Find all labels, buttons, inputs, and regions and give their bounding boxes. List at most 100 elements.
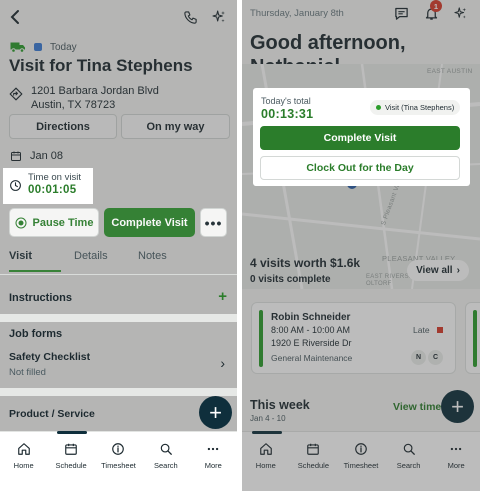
nav-schedule-label: Schedule (55, 461, 87, 470)
address-actions: Directions On my way (9, 114, 230, 139)
more-dots-icon (208, 447, 219, 451)
search-icon (403, 443, 415, 455)
job-forms-heading: Job forms (9, 328, 63, 340)
chevron-right-icon[interactable]: › (220, 355, 225, 371)
map-label-east-austin: EAST AUSTIN (427, 68, 473, 75)
view-all-button[interactable]: View all › (407, 260, 469, 281)
home-screen: Thursday, January 8th 1 Good afternoon, … (242, 0, 480, 491)
visit-address: 1920 E Riverside Dr (271, 338, 352, 348)
address-line-2: Austin, TX 78723 (31, 99, 116, 111)
visit-card[interactable]: Robin Schneider 8:00 AM - 10:00 AM 1920 … (251, 302, 456, 374)
active-visit-chip[interactable]: Visit (Tina Stephens) (370, 100, 461, 115)
nav-home[interactable]: Home (2, 442, 46, 491)
section-separator (0, 388, 237, 396)
nav-timesheet-label: Timesheet (343, 461, 379, 470)
today-total-label: Today's total (261, 96, 311, 106)
time-on-visit-value: 00:01:05 (28, 184, 77, 196)
info-clock-icon (355, 443, 367, 455)
back-arrow-icon[interactable] (6, 6, 24, 28)
clock-card: Today's total 00:13:31 Visit (Tina Steph… (253, 88, 470, 186)
visit-time: 8:00 AM - 10:00 AM (271, 325, 351, 335)
safety-checklist-status: Not filled (9, 367, 46, 378)
notification-badge: 1 (430, 0, 442, 12)
visit-date-text: Jan 08 (30, 150, 64, 162)
late-indicator-icon (437, 327, 443, 333)
tab-notes[interactable]: Notes (138, 250, 191, 272)
message-icon[interactable] (394, 6, 409, 26)
nav-more-label: More (447, 461, 465, 470)
visit-card-next[interactable] (465, 302, 480, 374)
pause-time-button[interactable]: Pause Time (9, 208, 99, 237)
tab-visit[interactable]: Visit (9, 250, 61, 272)
visit-client-name: Robin Schneider (271, 312, 351, 323)
home-icon (259, 443, 272, 455)
this-week-heading: This week (250, 398, 310, 412)
add-fab-button[interactable]: + (199, 396, 232, 429)
sparkle-icon[interactable] (210, 8, 228, 26)
nav-timesheet-label: Timesheet (101, 461, 136, 470)
greeting-line-1: Good afternoon, (250, 32, 406, 54)
visit-detail-screen: Today Visit for Tina Stephens 1201 Barba… (0, 0, 237, 491)
status-square-icon (34, 43, 42, 51)
clock-icon (10, 180, 21, 191)
more-options-button[interactable]: ••• (200, 208, 227, 237)
time-on-visit: Time on visit 00:01:05 (3, 168, 93, 204)
nav-search[interactable]: Search (144, 442, 188, 491)
nav-timesheet[interactable]: Timesheet (339, 442, 383, 491)
add-fab-button[interactable]: + (441, 390, 474, 423)
avatar: N (411, 350, 426, 365)
nav-schedule[interactable]: Schedule (49, 431, 93, 491)
nav-active-indicator (57, 431, 88, 434)
calendar-icon (65, 443, 77, 455)
avatar: C (428, 350, 443, 365)
tab-details[interactable]: Details (74, 250, 127, 272)
directions-button[interactable]: Directions (9, 114, 117, 139)
nav-search-label: Search (153, 461, 178, 470)
truck-icon (10, 42, 25, 53)
phone-icon[interactable] (181, 8, 199, 26)
address-line-1: 1201 Barbara Jordan Blvd (31, 85, 159, 97)
add-instructions-icon[interactable]: + (218, 288, 227, 305)
visit-type: General Maintenance (271, 353, 353, 363)
section-separator (0, 314, 237, 322)
nav-search[interactable]: Search (387, 442, 431, 491)
visits-summary: 4 visits worth $1.6k (250, 256, 361, 270)
current-date: Thursday, January 8th (250, 8, 344, 19)
visit-status-bar (259, 310, 263, 367)
late-status: Late (413, 325, 430, 335)
nav-home-label: Home (13, 461, 34, 470)
bottom-nav: Home Schedule Timesheet Search More (242, 431, 480, 491)
nav-more[interactable]: More (191, 442, 235, 491)
home-icon (17, 443, 30, 455)
visit-date: Jan 08 (10, 150, 63, 162)
nav-more-label: More (204, 461, 222, 470)
today-total-value: 00:13:31 (261, 107, 314, 121)
visit-tabs: Visit Details Notes (9, 250, 191, 272)
clock-out-button[interactable]: Clock Out for the Day (260, 156, 460, 180)
visit-type-label: Today (50, 41, 77, 53)
bell-icon[interactable]: 1 (424, 0, 442, 26)
nav-more[interactable]: More (434, 442, 478, 491)
visit-actions: Pause Time Complete Visit ••• (9, 208, 227, 237)
visit-address[interactable]: 1201 Barbara Jordan Blvd Austin, TX 7872… (9, 84, 159, 112)
on-my-way-button[interactable]: On my way (121, 114, 230, 139)
nav-timesheet[interactable]: Timesheet (96, 442, 140, 491)
search-icon (160, 443, 172, 455)
nav-schedule-label: Schedule (297, 461, 330, 470)
pause-time-label: Pause Time (32, 216, 94, 229)
complete-visit-button[interactable]: Complete Visit (104, 208, 195, 237)
nav-home[interactable]: Home (244, 431, 288, 491)
view-time-link[interactable]: View time (393, 401, 441, 413)
directions-icon (9, 87, 23, 101)
page-title: Visit for Tina Stephens (9, 56, 193, 75)
nav-schedule[interactable]: Schedule (291, 442, 335, 491)
safety-checklist-title[interactable]: Safety Checklist (9, 351, 90, 363)
bottom-nav: Home Schedule Timesheet Search More (0, 431, 237, 491)
nav-home-label: Home (255, 461, 276, 470)
view-all-label: View all (416, 265, 453, 276)
complete-visit-button[interactable]: Complete Visit (260, 126, 460, 150)
tab-divider (0, 274, 237, 275)
sparkle-icon[interactable] (453, 6, 468, 26)
time-on-visit-label: Time on visit (28, 172, 81, 183)
nav-active-indicator (251, 431, 282, 434)
